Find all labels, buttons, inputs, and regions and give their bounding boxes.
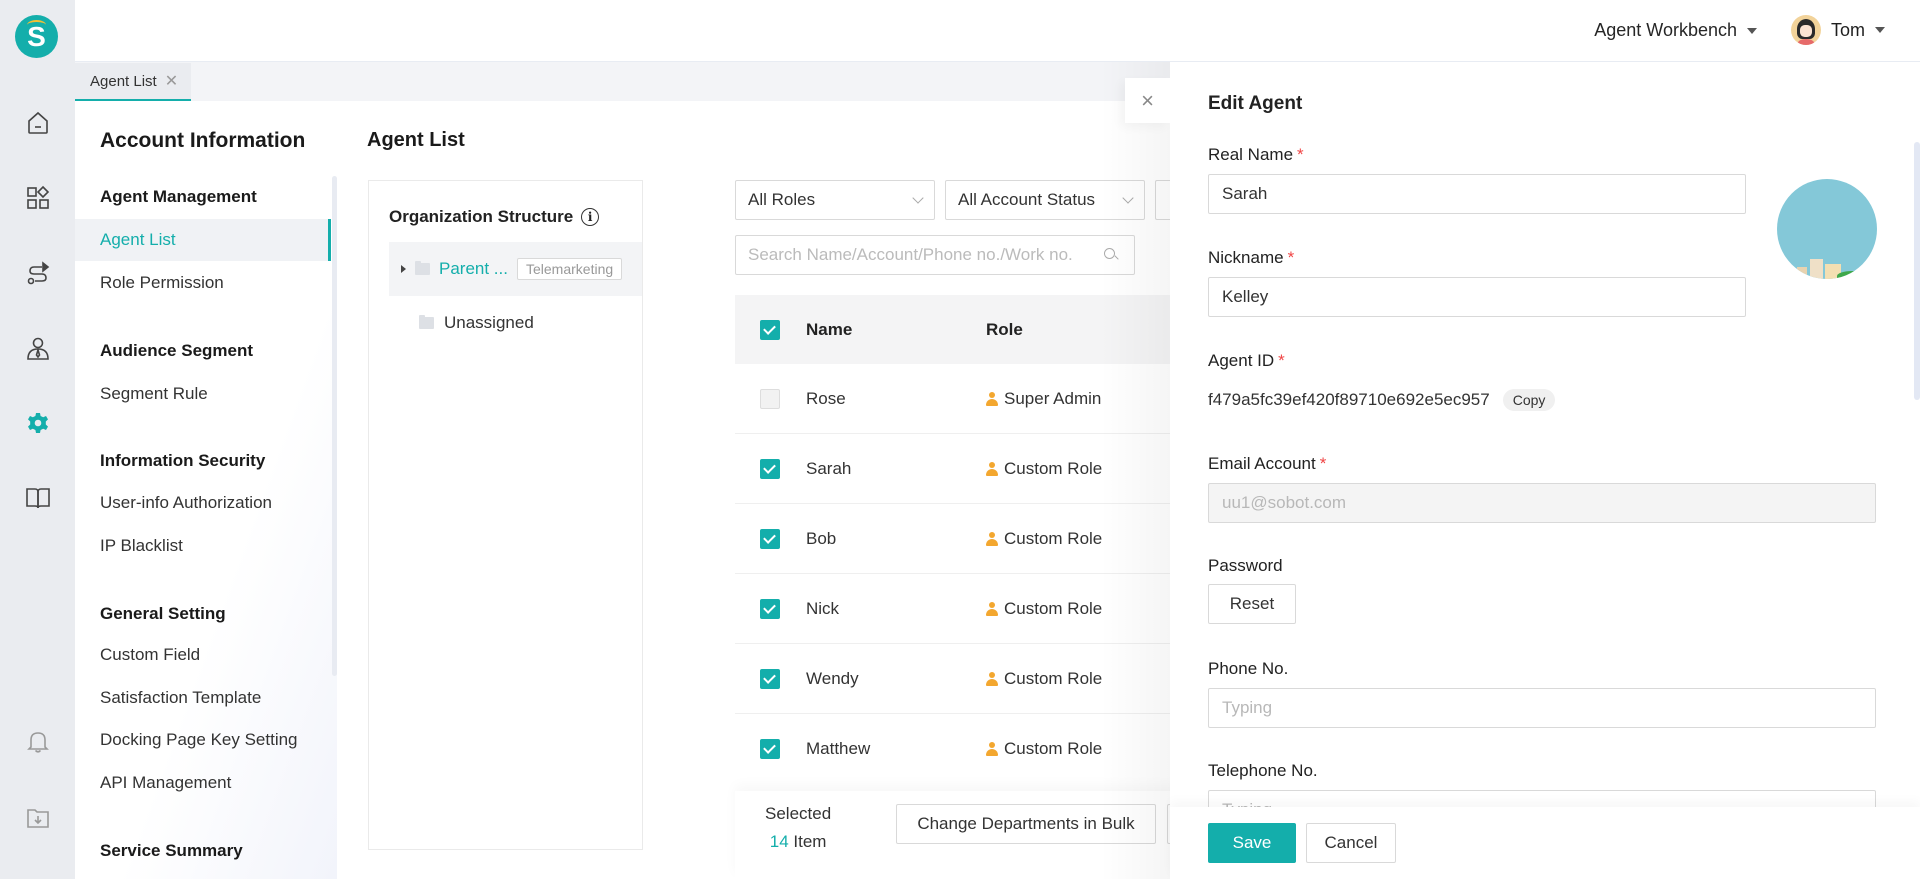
menu-group-service-summary: Service Summary: [100, 841, 243, 860]
person-icon: [986, 742, 998, 756]
agent-role: Custom Role: [1004, 739, 1103, 758]
agent-name: Nick: [806, 598, 840, 618]
row-checkbox[interactable]: [760, 388, 780, 409]
person-icon: [986, 391, 998, 406]
user-avatar: [1790, 15, 1821, 45]
agent-role: Custom Role: [1004, 528, 1103, 548]
email-label: Email Account *: [1208, 454, 1327, 473]
book-icon[interactable]: [24, 484, 52, 512]
node-tag: Telemarketing: [516, 258, 623, 280]
column-header-role: Role: [986, 319, 1023, 339]
menu-group-audience-segment: Audience Segment: [100, 341, 254, 360]
more-options-icon[interactable]: ⋮: [636, 260, 642, 278]
agent-name: Rose: [806, 388, 846, 408]
drawer-overlay-shadow: [1100, 62, 1170, 879]
page-title: Agent List: [367, 129, 465, 151]
menu-item-api-management[interactable]: API Management: [75, 762, 331, 804]
menu-group-general-setting: General Setting: [100, 604, 226, 623]
close-icon: ×: [1141, 87, 1154, 113]
menu-group-agent-management: Agent Management: [100, 187, 257, 206]
settings-menu: Account Information Agent Management Age…: [75, 101, 337, 879]
download-folder-icon[interactable]: [24, 804, 52, 832]
agent-role: Custom Role: [1004, 458, 1103, 478]
phone-label: Phone No.: [1208, 659, 1289, 678]
menu-item-custom-field[interactable]: Custom Field: [75, 634, 331, 676]
menu-item-agent-list[interactable]: Agent List: [75, 219, 331, 261]
phone-input[interactable]: [1208, 688, 1876, 728]
agent-id-value: f479a5fc39ef420f89710e692e5ec957 Copy: [1208, 389, 1556, 411]
organization-panel: Organization Structure i Parent ... Tele…: [368, 180, 643, 850]
bell-icon[interactable]: [24, 728, 52, 756]
menu-item-user-info-authorization[interactable]: User-info Authorization: [75, 482, 331, 524]
search-input[interactable]: [748, 245, 1098, 265]
cancel-button[interactable]: Cancel: [1306, 823, 1396, 863]
agent-name: Bob: [806, 528, 837, 548]
row-checkbox[interactable]: [760, 528, 780, 549]
menu-item-role-permission[interactable]: Role Permission: [75, 262, 331, 304]
search-field[interactable]: [735, 235, 1135, 275]
icon-rail: S: [0, 0, 75, 879]
org-node-unassigned[interactable]: Unassigned: [419, 313, 534, 333]
settings-icon[interactable]: [24, 410, 52, 438]
column-header-name: Name: [806, 319, 853, 339]
apps-icon[interactable]: [24, 184, 52, 212]
select-all-checkbox[interactable]: [760, 319, 780, 340]
row-checkbox[interactable]: [760, 598, 780, 619]
agent-name: Wendy: [806, 668, 859, 688]
folder-icon: [415, 261, 430, 275]
person-icon: [986, 531, 998, 546]
agent-avatar[interactable]: [1777, 179, 1877, 279]
close-tab-icon[interactable]: ✕: [165, 71, 178, 91]
drawer-title: Edit Agent: [1208, 93, 1303, 114]
nickname-label: Nickname *: [1208, 248, 1295, 267]
nickname-input[interactable]: [1208, 277, 1746, 317]
email-input: [1208, 483, 1876, 523]
org-node-parent[interactable]: Parent ... Telemarketing ⋮: [389, 242, 642, 296]
edit-agent-drawer: Edit Agent Real Name* Nickname* Agent ID…: [1170, 62, 1920, 879]
menu-item-satisfaction-template[interactable]: Satisfaction Template: [75, 677, 331, 719]
expand-arrow-icon[interactable]: [401, 265, 406, 273]
real-name-label: Real Name *: [1208, 145, 1304, 164]
menu-item-segment-rule[interactable]: Segment Rule: [75, 373, 331, 415]
menu-item-ip-blacklist[interactable]: IP Blacklist: [75, 525, 331, 567]
menu-group-information-security: Information Security: [100, 451, 266, 470]
caret-down-icon: [1747, 27, 1757, 34]
row-checkbox[interactable]: [760, 739, 780, 759]
telephone-label: Telephone No.: [1208, 761, 1318, 780]
app-logo[interactable]: S: [15, 15, 58, 58]
workspace-switcher[interactable]: Agent Workbench: [1594, 20, 1757, 41]
agent-role: Super Admin: [1004, 388, 1102, 408]
row-checkbox[interactable]: [760, 458, 780, 479]
real-name-input[interactable]: [1208, 174, 1746, 214]
agent-role: Custom Role: [1004, 598, 1103, 618]
drawer-footer: Save Cancel: [1170, 807, 1920, 879]
tab-agent-list[interactable]: Agent List ✕: [75, 63, 191, 101]
top-header: Agent Workbench Tom: [75, 0, 1920, 62]
person-icon: [986, 671, 998, 686]
selected-count: Selected 14 Item: [765, 804, 832, 851]
route-icon[interactable]: [24, 260, 52, 288]
person-icon: [986, 601, 998, 616]
menu-item-docking-page-key-setting[interactable]: Docking Page Key Setting: [75, 719, 331, 761]
person-icon: [986, 461, 998, 476]
agent-name: Matthew: [806, 739, 871, 758]
drawer-scrollbar[interactable]: [1914, 142, 1920, 400]
save-button[interactable]: Save: [1208, 823, 1296, 863]
password-label: Password: [1208, 556, 1283, 575]
user-menu[interactable]: Tom: [1790, 15, 1885, 45]
caret-down-icon: [1875, 27, 1885, 33]
close-drawer-button[interactable]: ×: [1125, 78, 1170, 123]
reset-password-button[interactable]: Reset: [1208, 584, 1296, 624]
menu-title: Account Information: [100, 129, 306, 152]
agent-role: Custom Role: [1004, 668, 1103, 688]
agent-name: Sarah: [806, 458, 852, 478]
chevron-down-icon: [912, 192, 924, 204]
copy-button[interactable]: Copy: [1502, 389, 1556, 411]
folder-icon: [419, 315, 434, 329]
row-checkbox[interactable]: [760, 668, 780, 689]
home-icon[interactable]: [24, 109, 52, 137]
agent-icon[interactable]: [24, 335, 52, 363]
agent-id-label: Agent ID *: [1208, 351, 1285, 370]
roles-filter-select[interactable]: All Roles: [735, 180, 935, 220]
